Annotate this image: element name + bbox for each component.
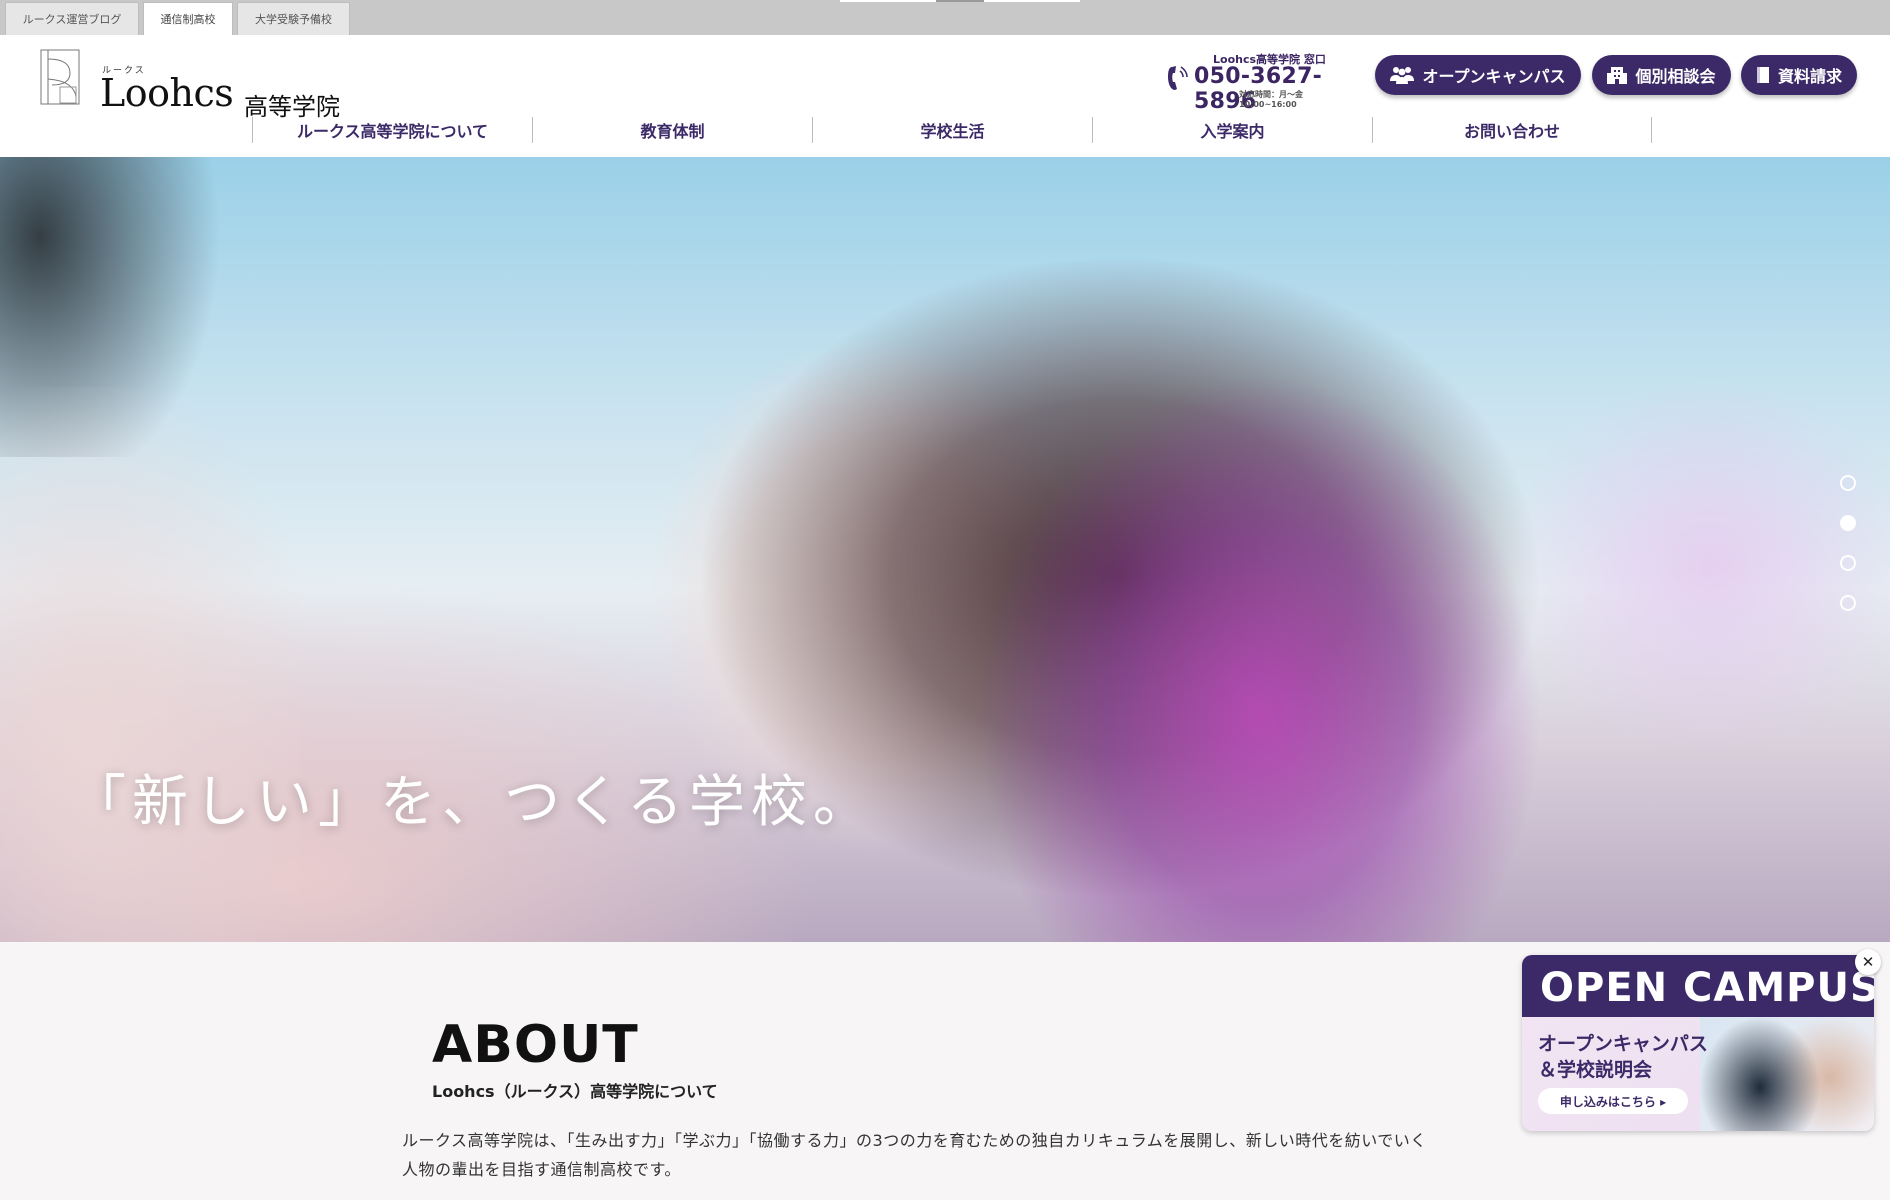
scroll-indicator xyxy=(840,0,936,2)
request-materials-button[interactable]: 資料請求 xyxy=(1741,55,1857,95)
logo-mark-icon xyxy=(40,49,80,105)
scroll-indicator-thumb xyxy=(936,0,984,2)
hero-image-glow xyxy=(1500,377,1890,757)
logo-name: Loohcs xyxy=(100,71,234,115)
main-navigation: ルークス高等学院について 教育体制 学校生活 入学案内 お問い合わせ xyxy=(252,117,1652,143)
consultation-button[interactable]: 個別相談会 xyxy=(1592,55,1731,95)
nav-item-admissions[interactable]: 入学案内 xyxy=(1092,117,1372,143)
nav-item-school-life[interactable]: 学校生活 xyxy=(812,117,1092,143)
banner-photo xyxy=(1700,1017,1874,1131)
slider-dot-4[interactable] xyxy=(1840,595,1856,611)
tab-correspondence-high-school[interactable]: 通信制高校 xyxy=(143,2,233,35)
site-logo[interactable]: ルークス Loohcs 高等学院 xyxy=(40,49,360,121)
hero-slider[interactable]: 「新しい」を、つくる学校。 xyxy=(0,157,1890,942)
open-campus-banner[interactable]: OPEN CAMPUS オープンキャンパス ＆学校説明会 申し込みはこちら ▸ xyxy=(1522,955,1874,1131)
slider-pagination xyxy=(1840,475,1856,615)
nav-item-about[interactable]: ルークス高等学院について xyxy=(252,117,532,143)
hero-tagline: 「新しい」を、つくる学校。 xyxy=(70,770,875,835)
about-description-line: ルークス高等学院は、「生み出す力」「学ぶ力」「協働する力」の3つの力を育むための… xyxy=(402,1131,1427,1150)
about-description: ルークス高等学院は、「生み出す力」「学ぶ力」「協働する力」の3つの力を育むための… xyxy=(402,1126,1522,1184)
scroll-indicator xyxy=(984,0,1080,2)
contact-phone[interactable]: Loohcs高等学院 窓口 050-3627-5896 対応時間：月～金 10:… xyxy=(1166,49,1362,114)
nav-item-education[interactable]: 教育体制 xyxy=(532,117,812,143)
tab-blog[interactable]: ルークス運営ブログ xyxy=(5,2,139,35)
about-description-line: 人物の輩出を目指す通信制高校です。 xyxy=(402,1160,681,1179)
group-icon xyxy=(1390,67,1415,84)
open-campus-label: オープンキャンパス xyxy=(1422,67,1566,86)
site-header: ルークス Loohcs 高等学院 Loohcs高等学院 窓口 050-3627-… xyxy=(0,35,1890,157)
contact-hours: 対応時間：月～金 10:00~16:00 xyxy=(1239,90,1303,109)
about-subheading: Loohcs（ルークス）高等学院について xyxy=(432,1082,718,1101)
hero-image-sleeve xyxy=(0,387,300,942)
slider-dot-2[interactable] xyxy=(1840,515,1856,531)
open-campus-button[interactable]: オープンキャンパス xyxy=(1375,55,1581,95)
banner-line-1: オープンキャンパス xyxy=(1538,1033,1708,1055)
slider-dot-1[interactable] xyxy=(1840,475,1856,491)
building-icon xyxy=(1607,67,1628,84)
about-heading: ABOUT xyxy=(432,1015,639,1075)
banner-line-2: ＆学校説明会 xyxy=(1538,1059,1653,1081)
request-materials-label: 資料請求 xyxy=(1777,67,1842,86)
nav-item-contact[interactable]: お問い合わせ xyxy=(1372,117,1652,143)
site-switcher-bar: ルークス運営ブログ 通信制高校 大学受験予備校 xyxy=(0,0,1890,35)
banner-apply-button[interactable]: 申し込みはこちら ▸ xyxy=(1538,1088,1688,1114)
slider-dot-3[interactable] xyxy=(1840,555,1856,571)
tab-prep-school[interactable]: 大学受験予備校 xyxy=(237,2,350,35)
phone-icon xyxy=(1168,66,1188,90)
banner-title: OPEN CAMPUS xyxy=(1540,965,1874,1011)
banner-close-icon[interactable]: ✕ xyxy=(1855,949,1881,975)
consultation-label: 個別相談会 xyxy=(1635,67,1716,86)
document-icon xyxy=(1756,67,1769,83)
